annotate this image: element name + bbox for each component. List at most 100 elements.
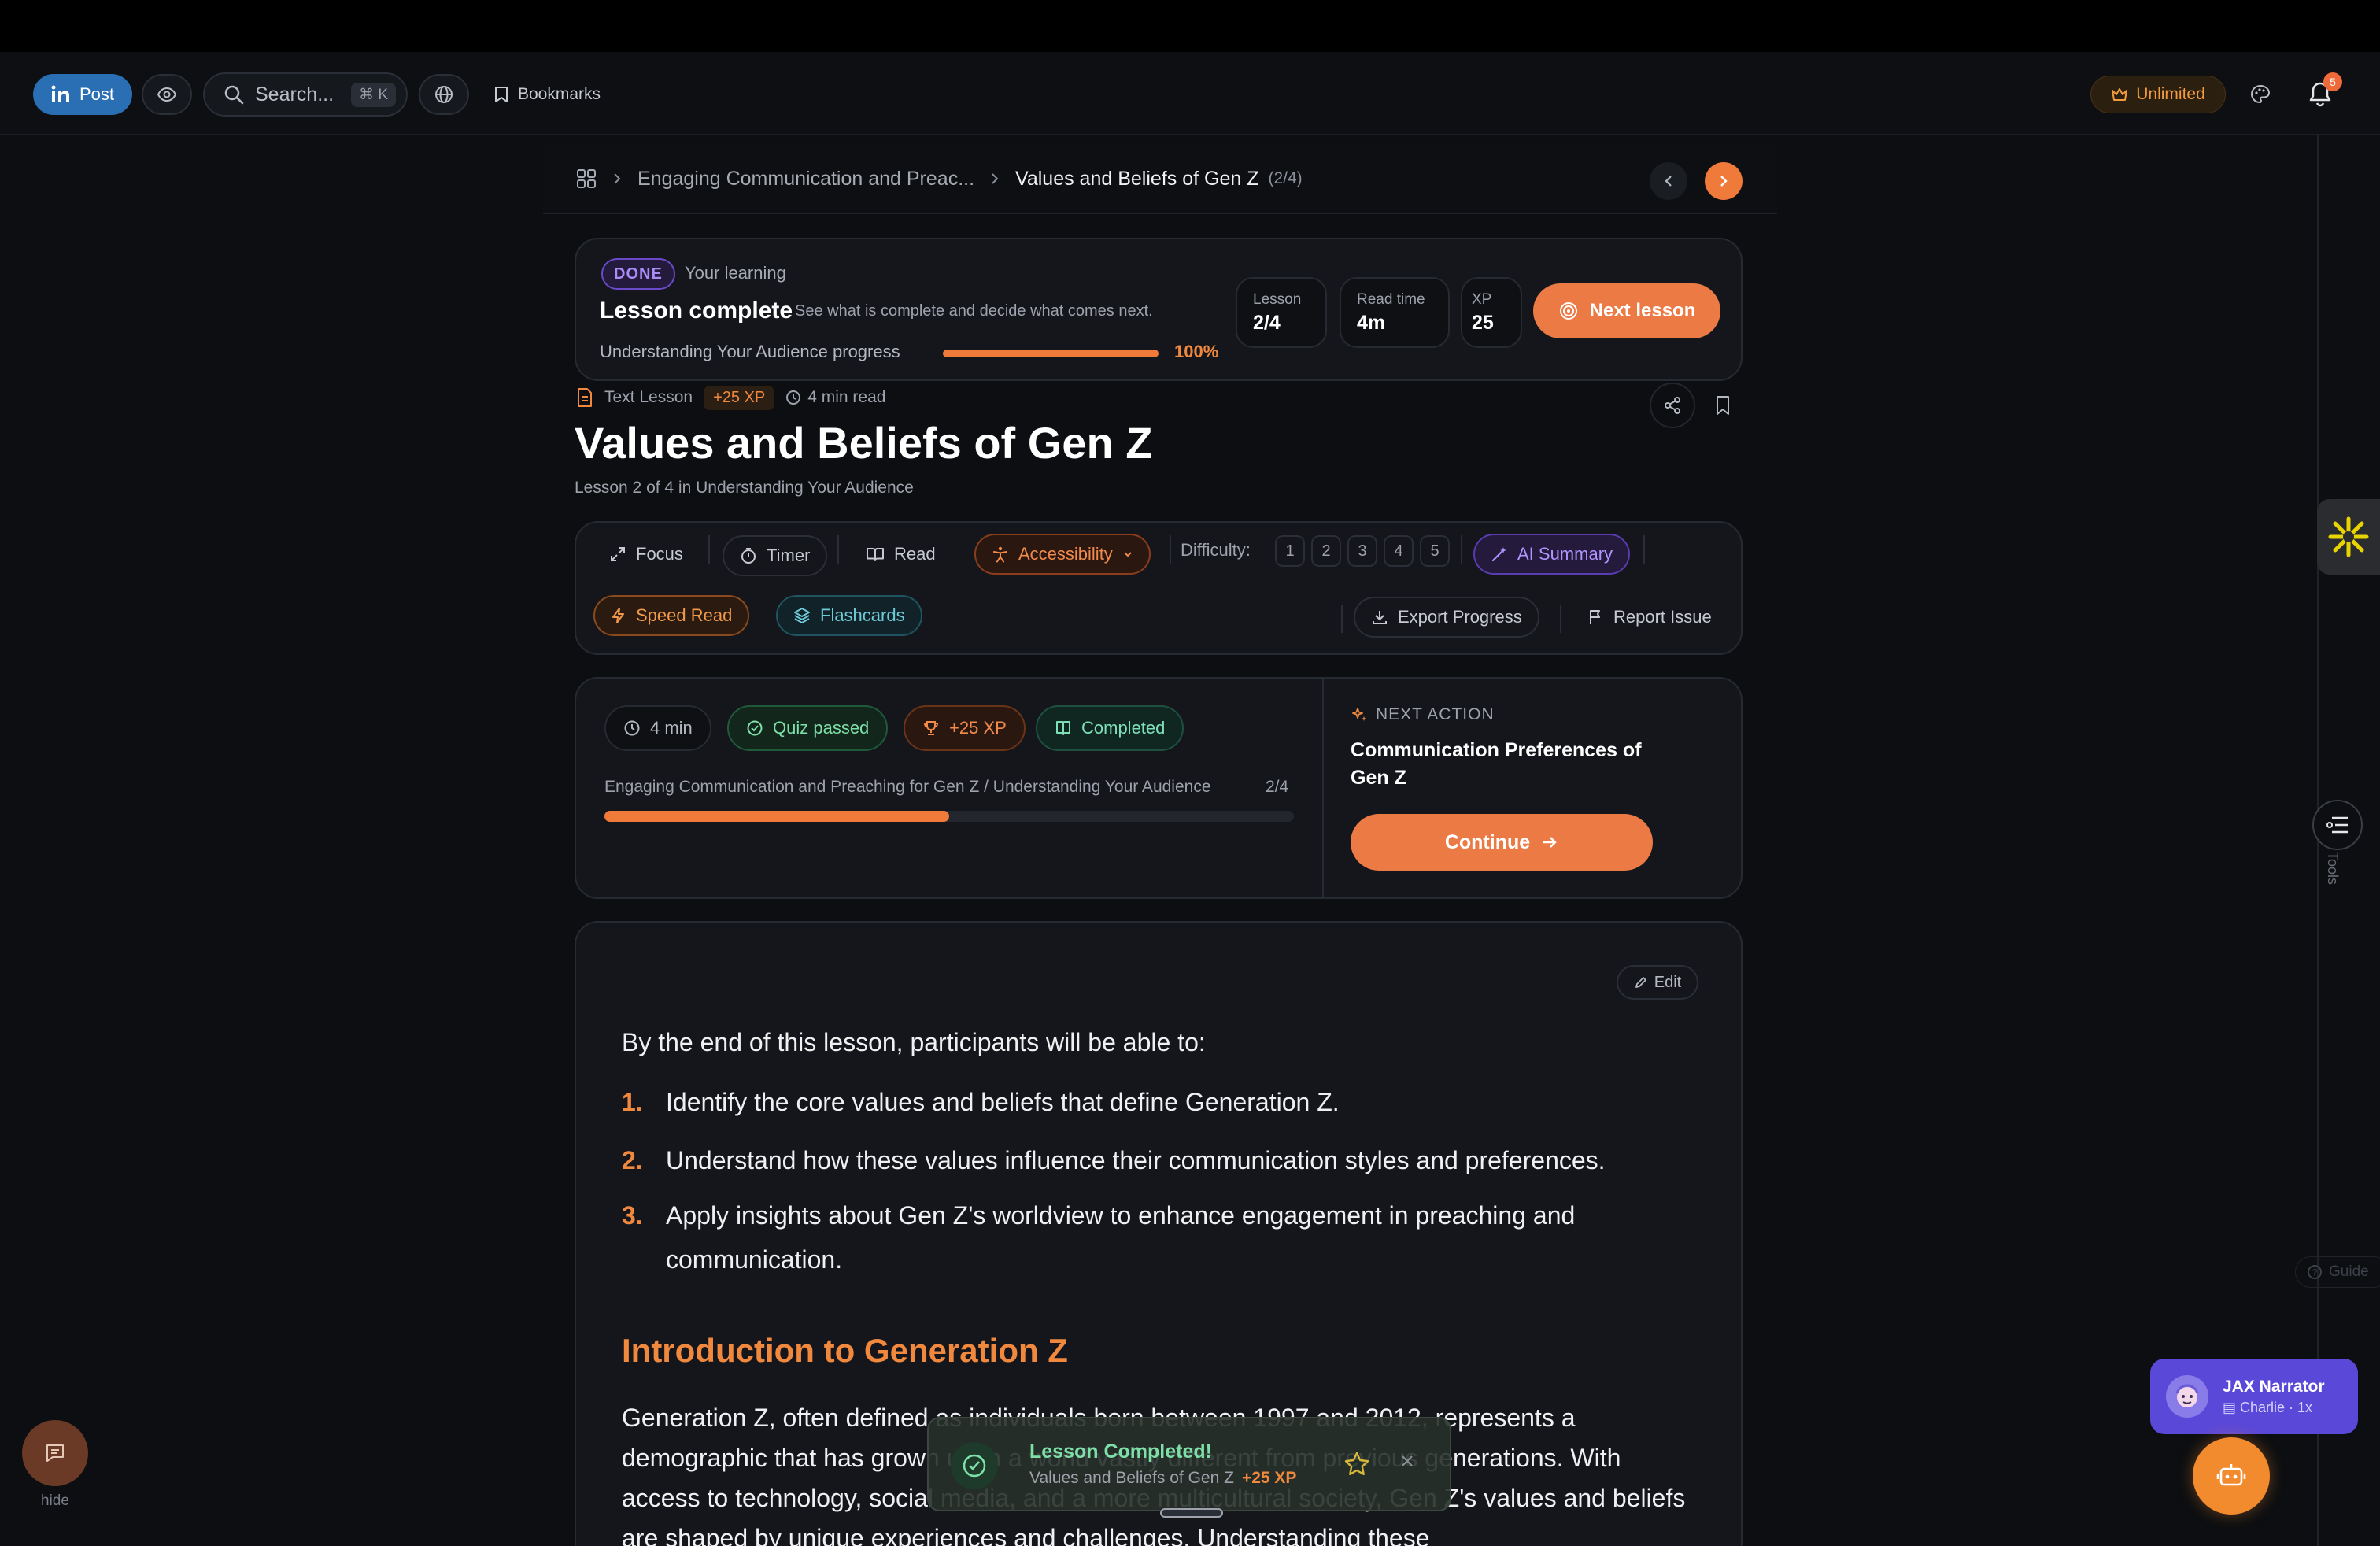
continue-button[interactable]: Continue [1351, 814, 1653, 871]
lesson-type: Text Lesson [604, 388, 693, 406]
speed-read-button[interactable]: Speed Read [593, 595, 750, 636]
lesson-toolbar: Focus Timer Read Accessibility Difficult… [575, 521, 1743, 655]
narrator-name: JAX Narrator [2223, 1377, 2325, 1396]
check-circle-icon [963, 1454, 986, 1478]
read-label: Read [894, 544, 936, 564]
xp-chip: +25 XP [904, 705, 1026, 751]
bookmarks-label: Bookmarks [518, 85, 601, 103]
breadcrumb-course-link[interactable]: Engaging Communication and Preac... [638, 168, 974, 190]
next-action-label: NEXT ACTION [1376, 705, 1495, 723]
completed-chip: Completed [1036, 705, 1184, 751]
status-progress-fill [943, 350, 1159, 357]
difficulty-1[interactable]: 1 [1275, 535, 1305, 567]
objectives-list: 1. Identify the core values and beliefs … [622, 1080, 1692, 1293]
notifications-button[interactable]: 5 [2298, 72, 2342, 117]
chevron-right-icon [992, 173, 999, 184]
toolbar-separator [1341, 605, 1343, 633]
assistant-bot-button[interactable] [2193, 1437, 2270, 1515]
ai-summary-button[interactable]: AI Summary [1473, 534, 1631, 575]
stat-lesson-value: 2/4 [1253, 311, 1281, 334]
read-button[interactable]: Read [850, 534, 952, 575]
tools-button[interactable] [2312, 800, 2363, 850]
visibility-toggle[interactable] [142, 74, 192, 115]
toolbar-separator [837, 535, 839, 564]
stat-read-time: Read time 4m [1340, 277, 1450, 348]
narrator-voice: ▤ Charlie · 1x [2223, 1400, 2325, 1416]
star-icon [1344, 1452, 1369, 1475]
flashcards-label: Flashcards [820, 605, 905, 625]
status-title: Lesson complete [600, 298, 793, 324]
narrator-text: JAX Narrator ▤ Charlie · 1x [2223, 1378, 2325, 1416]
difficulty-2[interactable]: 2 [1311, 535, 1341, 567]
edit-button[interactable]: Edit [1617, 965, 1698, 1000]
export-progress-button[interactable]: Export Progress [1354, 597, 1539, 638]
language-button[interactable] [419, 74, 469, 115]
focus-label: Focus [636, 544, 683, 564]
tools-list-icon [2326, 816, 2348, 834]
course-path: Engaging Communication and Preaching for… [604, 778, 1211, 796]
sparkles-icon [1352, 708, 1366, 721]
globe-icon [435, 86, 453, 103]
stat-xp-value: 25 [1472, 311, 1494, 334]
hide-button[interactable]: hide [41, 1492, 69, 1510]
notification-count-badge: 5 [2323, 72, 2342, 91]
objective-text: Apply insights about Gen Z's worldview t… [666, 1201, 1576, 1274]
lightning-icon [612, 608, 624, 623]
lesson-status-card: DONE Your learning Lesson complete See w… [575, 238, 1743, 381]
guide-button[interactable]: ? Guide [2295, 1256, 2380, 1288]
time-chip: 4 min [604, 705, 711, 751]
feedback-chat-button[interactable] [22, 1420, 88, 1486]
flashcards-button[interactable]: Flashcards [776, 595, 922, 636]
toast-close-button[interactable] [1399, 1453, 1415, 1469]
ai-assistant-tab[interactable] [2317, 499, 2380, 575]
bookmarks-link[interactable]: Bookmarks [482, 74, 613, 115]
search-placeholder: Search... [255, 83, 334, 105]
book-icon: ▤ [2223, 1399, 2241, 1415]
book-open-icon [867, 548, 884, 561]
window-top-strip [0, 0, 2380, 52]
difficulty-3[interactable]: 3 [1347, 535, 1377, 567]
quiz-passed-label: Quiz passed [773, 718, 870, 738]
bookmark-lesson-button[interactable] [1700, 383, 1746, 428]
report-issue-button[interactable]: Report Issue [1572, 597, 1728, 638]
course-progress-bar [604, 811, 1294, 822]
grid-icon[interactable] [576, 168, 597, 189]
tools-label: Tools [2325, 852, 2341, 886]
next-lesson-arrow-button[interactable] [1705, 162, 1743, 200]
share-button[interactable] [1650, 383, 1695, 428]
status-kicker: Your learning [685, 263, 786, 283]
post-button-label: Post [79, 84, 115, 104]
narrator-widget[interactable]: JAX Narrator ▤ Charlie · 1x [2150, 1359, 2358, 1434]
toast-handle[interactable] [1160, 1508, 1223, 1518]
course-path-count: 2/4 [1266, 778, 1289, 796]
previous-lesson-button[interactable] [1650, 162, 1687, 200]
check-circle-icon [747, 720, 763, 736]
objective-number: 1. [622, 1088, 643, 1116]
course-progress-fill [604, 811, 949, 822]
search-input[interactable]: Search... ⌘ K [203, 72, 408, 117]
toast-subtitle: Values and Beliefs of Gen Z +25 XP [1029, 1469, 1296, 1488]
time-chip-label: 4 min [650, 718, 693, 738]
unlimited-plan-badge[interactable]: Unlimited [2090, 76, 2226, 113]
post-button[interactable]: Post [33, 74, 132, 115]
accessibility-dropdown[interactable]: Accessibility [974, 534, 1151, 575]
flag-icon [1590, 610, 1600, 624]
linkedin-icon [51, 85, 69, 102]
book-check-icon [1056, 721, 1070, 735]
focus-button[interactable]: Focus [593, 534, 699, 575]
theme-button[interactable] [2240, 74, 2281, 115]
difficulty-5[interactable]: 5 [1420, 535, 1450, 567]
stat-lesson: Lesson 2/4 [1236, 277, 1327, 348]
svg-text:?: ? [2312, 1267, 2318, 1278]
list-item: 1. Identify the core values and beliefs … [622, 1080, 1692, 1124]
timer-button[interactable]: Timer [722, 535, 828, 576]
difficulty-4[interactable]: 4 [1384, 535, 1414, 567]
narrator-voice-label: Charlie · 1x [2240, 1399, 2313, 1415]
next-lesson-button[interactable]: Next lesson [1533, 283, 1720, 338]
target-icon [1559, 302, 1577, 320]
share-icon [1665, 397, 1680, 414]
timer-icon [741, 548, 756, 564]
status-progress-percent: 100% [1174, 342, 1219, 361]
rate-star-button[interactable] [1343, 1450, 1371, 1478]
xp-chip-label: +25 XP [949, 718, 1007, 738]
